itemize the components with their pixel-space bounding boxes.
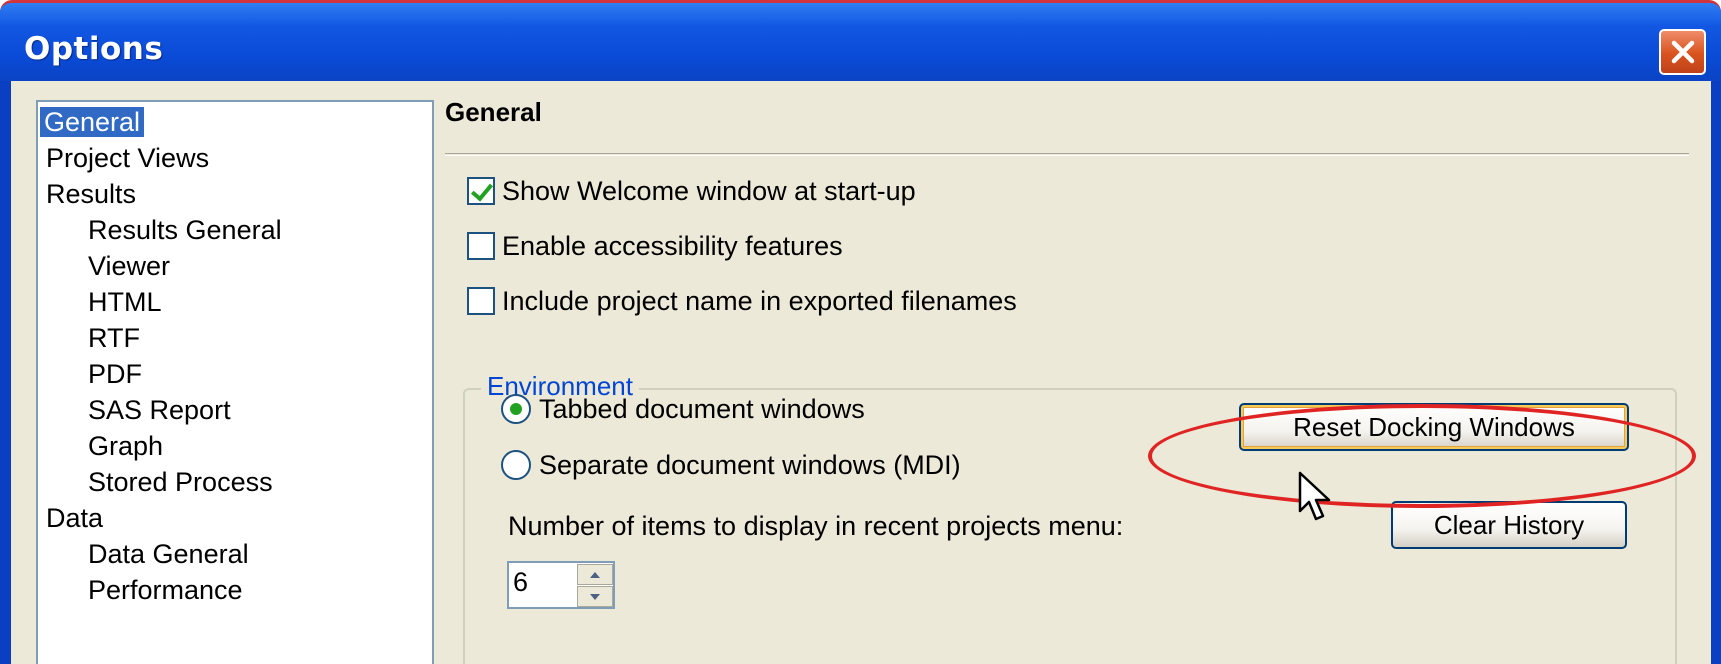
options-window: Options General Project Views Results Re…	[0, 0, 1721, 664]
tree-item-general[interactable]: General	[40, 104, 145, 140]
tabbed-windows-radio[interactable]	[501, 394, 531, 424]
accessibility-checkbox[interactable]	[467, 232, 495, 260]
tree-item-graph[interactable]: Graph	[88, 428, 163, 464]
recent-projects-count-stepper[interactable]: 6	[507, 561, 615, 609]
tree-item-data-general[interactable]: Data General	[88, 536, 249, 572]
recent-projects-label: Number of items to display in recent pro…	[508, 511, 1124, 541]
tabbed-windows-label: Tabbed document windows	[539, 393, 865, 424]
include-project-name-label: Include project name in exported filenam…	[502, 285, 1017, 316]
close-icon	[1671, 40, 1694, 64]
title-bar[interactable]: Options	[0, 3, 1721, 81]
tree-item-results-general[interactable]: Results General	[88, 212, 282, 248]
accessibility-label: Enable accessibility features	[502, 230, 843, 261]
tree-item-html[interactable]: HTML	[88, 284, 162, 320]
tree-item-data[interactable]: Data	[46, 500, 103, 536]
tree-item-stored-process[interactable]: Stored Process	[88, 464, 273, 500]
tree-item-viewer[interactable]: Viewer	[88, 248, 170, 284]
tabbed-windows-radio-row[interactable]: Tabbed document windows	[501, 391, 865, 427]
separate-windows-radio-row[interactable]: Separate document windows (MDI)	[501, 447, 961, 483]
clear-history-button[interactable]: Clear History	[1391, 501, 1627, 549]
arrow-down-icon	[590, 593, 600, 600]
separate-windows-radio[interactable]	[501, 450, 531, 480]
reset-docking-windows-button[interactable]: Reset Docking Windows	[1239, 403, 1629, 451]
stepper-down-button[interactable]	[577, 586, 613, 607]
recent-projects-count-value[interactable]: 6	[513, 567, 528, 598]
window-title: Options	[24, 31, 164, 67]
include-project-name-checkbox-row[interactable]: Include project name in exported filenam…	[467, 283, 1017, 319]
accessibility-checkbox-row[interactable]: Enable accessibility features	[467, 228, 843, 264]
heading-separator	[445, 153, 1689, 156]
tree-item-sas-report[interactable]: SAS Report	[88, 392, 231, 428]
options-category-tree[interactable]: General Project Views Results Results Ge…	[36, 100, 434, 664]
show-welcome-checkbox[interactable]	[467, 177, 495, 205]
show-welcome-label: Show Welcome window at start-up	[502, 175, 916, 206]
close-button[interactable]	[1659, 29, 1706, 75]
tree-item-pdf[interactable]: PDF	[88, 356, 142, 392]
dialog-client-area: General Project Views Results Results Ge…	[11, 81, 1711, 664]
tree-item-project-views[interactable]: Project Views	[46, 140, 209, 176]
tree-item-results[interactable]: Results	[46, 176, 136, 212]
separate-windows-label: Separate document windows (MDI)	[539, 449, 961, 480]
tree-item-rtf[interactable]: RTF	[88, 320, 140, 356]
tree-item-performance[interactable]: Performance	[88, 572, 243, 608]
panel-heading: General	[445, 97, 542, 127]
show-welcome-checkbox-row[interactable]: Show Welcome window at start-up	[467, 173, 916, 209]
arrow-up-icon	[590, 571, 600, 578]
stepper-up-button[interactable]	[577, 564, 613, 585]
include-project-name-checkbox[interactable]	[467, 287, 495, 315]
